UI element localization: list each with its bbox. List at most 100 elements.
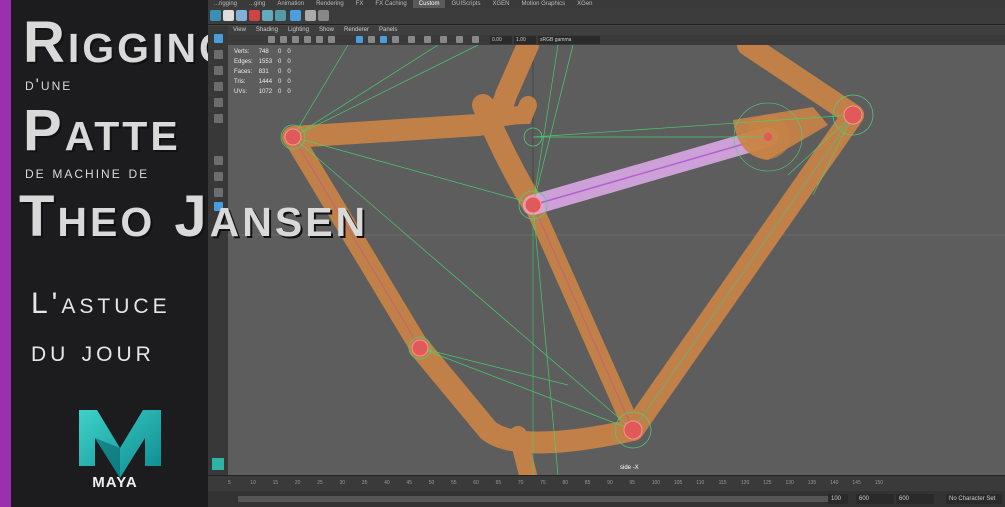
shelf-tab[interactable]: Motion Graphics <box>515 0 571 8</box>
hud-cell: 1444 <box>258 79 273 85</box>
shelf-tab[interactable]: Custom <box>412 0 446 8</box>
paint-tool-icon[interactable] <box>214 66 223 75</box>
shelf-tab[interactable]: Rendering <box>310 0 350 8</box>
range-start-field[interactable]: 100 <box>828 494 848 504</box>
time-tick-label: 65 <box>495 480 502 486</box>
time-tick-label: 60 <box>473 480 479 486</box>
time-tick-label: 120 <box>740 480 750 486</box>
hud-cell: 748 <box>258 49 269 55</box>
layout-icon[interactable] <box>214 172 223 181</box>
lasso-tool-icon[interactable] <box>214 50 223 59</box>
toolbar-icon[interactable] <box>304 36 311 43</box>
time-tick-label: 140 <box>830 480 839 486</box>
exposure-field[interactable]: 0.00 <box>490 36 512 44</box>
scale-tool-icon[interactable] <box>214 114 223 123</box>
toolbar-icon[interactable] <box>408 36 415 43</box>
time-slider[interactable]: 5 10 15 20 25 30 35 40 45 50 55 60 65 70 75 80 85 90 95 100… <box>208 475 1005 492</box>
time-tick-label: 115 <box>718 480 727 486</box>
shelf-tabs: ...rigging ...ging Animation Rendering FX FX … <box>208 0 1005 8</box>
color-space-select[interactable]: sRGB gamma <box>538 36 600 44</box>
hud-cell: 0 <box>278 59 282 65</box>
time-tick-label: 35 <box>361 480 368 486</box>
time-tick-label: 110 <box>696 480 705 486</box>
panel-menu: View Shading Lighting Show Renderer Panels <box>228 26 1005 35</box>
shelf-tool-icon[interactable] <box>223 10 234 21</box>
shelf-tool-icon[interactable] <box>236 10 247 21</box>
panel-menu-item[interactable]: View <box>228 26 251 35</box>
time-tick-label: 40 <box>384 480 390 486</box>
move-tool-icon[interactable] <box>214 82 223 91</box>
toolbar-icon[interactable] <box>392 36 399 43</box>
gamma-field[interactable]: 1.00 <box>514 36 536 44</box>
title-rigging: Rigging <box>23 10 234 75</box>
hud-cell: 0 <box>278 79 282 85</box>
toolbar-icon[interactable] <box>456 36 463 43</box>
shelf-tool-icon[interactable] <box>262 10 273 21</box>
panel-menu-item[interactable]: Lighting <box>283 26 314 35</box>
hud-cell: Edges: <box>234 59 253 65</box>
panel-menu-item[interactable]: Shading <box>251 26 283 35</box>
shelf-tool-icon[interactable] <box>318 10 329 21</box>
layout-icon[interactable] <box>214 156 223 165</box>
shelf-tool-icon[interactable] <box>275 10 286 21</box>
toolbar-icon[interactable] <box>368 36 375 43</box>
time-tick-label: 95 <box>629 480 635 486</box>
toolbox <box>208 26 228 476</box>
hud-cell: 0 <box>287 89 291 95</box>
shelf-tab[interactable]: XGen <box>571 0 598 8</box>
tagline-astuce: L'astuce <box>31 287 171 320</box>
time-tick-label: 145 <box>852 480 861 486</box>
range-field[interactable]: 600 <box>896 494 934 504</box>
shelf-tab[interactable]: Animation <box>271 0 310 8</box>
maya-small-logo-icon <box>212 458 224 470</box>
select-tool-icon[interactable] <box>214 34 223 43</box>
time-tick-label: 90 <box>607 480 613 486</box>
panel-menu-item[interactable]: Renderer <box>339 26 374 35</box>
shelf-tab[interactable]: ...rigging <box>208 0 243 8</box>
hud-cell: 0 <box>278 89 282 95</box>
shelf-tab[interactable]: FX <box>350 0 370 8</box>
time-tick-label: 150 <box>874 480 884 486</box>
hud-row: UVs: 1072 0 0 <box>234 88 295 96</box>
toolbar-icon[interactable] <box>440 36 447 43</box>
hud-cell: Faces: <box>234 69 253 75</box>
time-tick-label: 130 <box>785 480 794 486</box>
hud-row: Edges: 1553 0 0 <box>234 58 295 66</box>
time-tick-label: 10 <box>250 480 256 486</box>
panel-menu-item[interactable]: Panels <box>374 26 402 35</box>
range-track[interactable] <box>238 496 848 502</box>
toolbar-icon[interactable] <box>472 36 479 43</box>
toolbar-icon[interactable] <box>280 36 287 43</box>
viewport-toolbar: 0.00 1.00 sRGB gamma <box>228 35 1005 45</box>
hud-cell: Verts: <box>234 49 250 55</box>
hud-row: Faces: 831 0 0 <box>234 68 295 76</box>
viewport-side[interactable]: Verts: 748 0 0 Edges: 1553 0 0 Faces: 831 0 0 Tris: 1… <box>228 45 1005 475</box>
toolbar-icon[interactable] <box>328 36 335 43</box>
shelf-tab[interactable]: XGEN <box>486 0 515 8</box>
shelf-tool-icon[interactable] <box>290 10 301 21</box>
shelf-tool-icon[interactable] <box>305 10 316 21</box>
time-tick-label: 55 <box>451 480 457 486</box>
toolbar-icon[interactable] <box>356 36 363 43</box>
shelf-tab[interactable]: GUIScripts <box>445 0 486 8</box>
hud-cell: 0 <box>278 49 282 55</box>
shelf-tab[interactable]: FX Caching <box>369 0 412 8</box>
maya-window: ...rigging ...ging Animation Rendering FX FX … <box>208 0 1005 507</box>
time-tick-label: 85 <box>584 480 591 486</box>
shelf <box>208 8 1005 25</box>
toolbar-icon[interactable] <box>292 36 299 43</box>
shelf-tool-icon[interactable] <box>249 10 260 21</box>
hud-cell: Tris: <box>234 79 246 85</box>
toolbar-icon[interactable] <box>268 36 275 43</box>
rotate-tool-icon[interactable] <box>214 98 223 107</box>
character-set-select[interactable]: No Character Set <box>946 494 1002 504</box>
range-field[interactable]: 600 <box>856 494 894 504</box>
toolbar-icon[interactable] <box>316 36 323 43</box>
title-de-machine-de: de machine de <box>25 163 150 182</box>
toolbar-icon[interactable] <box>424 36 431 43</box>
shelf-tab[interactable]: ...ging <box>243 0 271 8</box>
shelf-tool-icon[interactable] <box>210 10 221 21</box>
toolbar-icon[interactable] <box>380 36 387 43</box>
panel-menu-item[interactable]: Show <box>314 26 339 35</box>
time-tick-label: 5 <box>228 480 231 486</box>
